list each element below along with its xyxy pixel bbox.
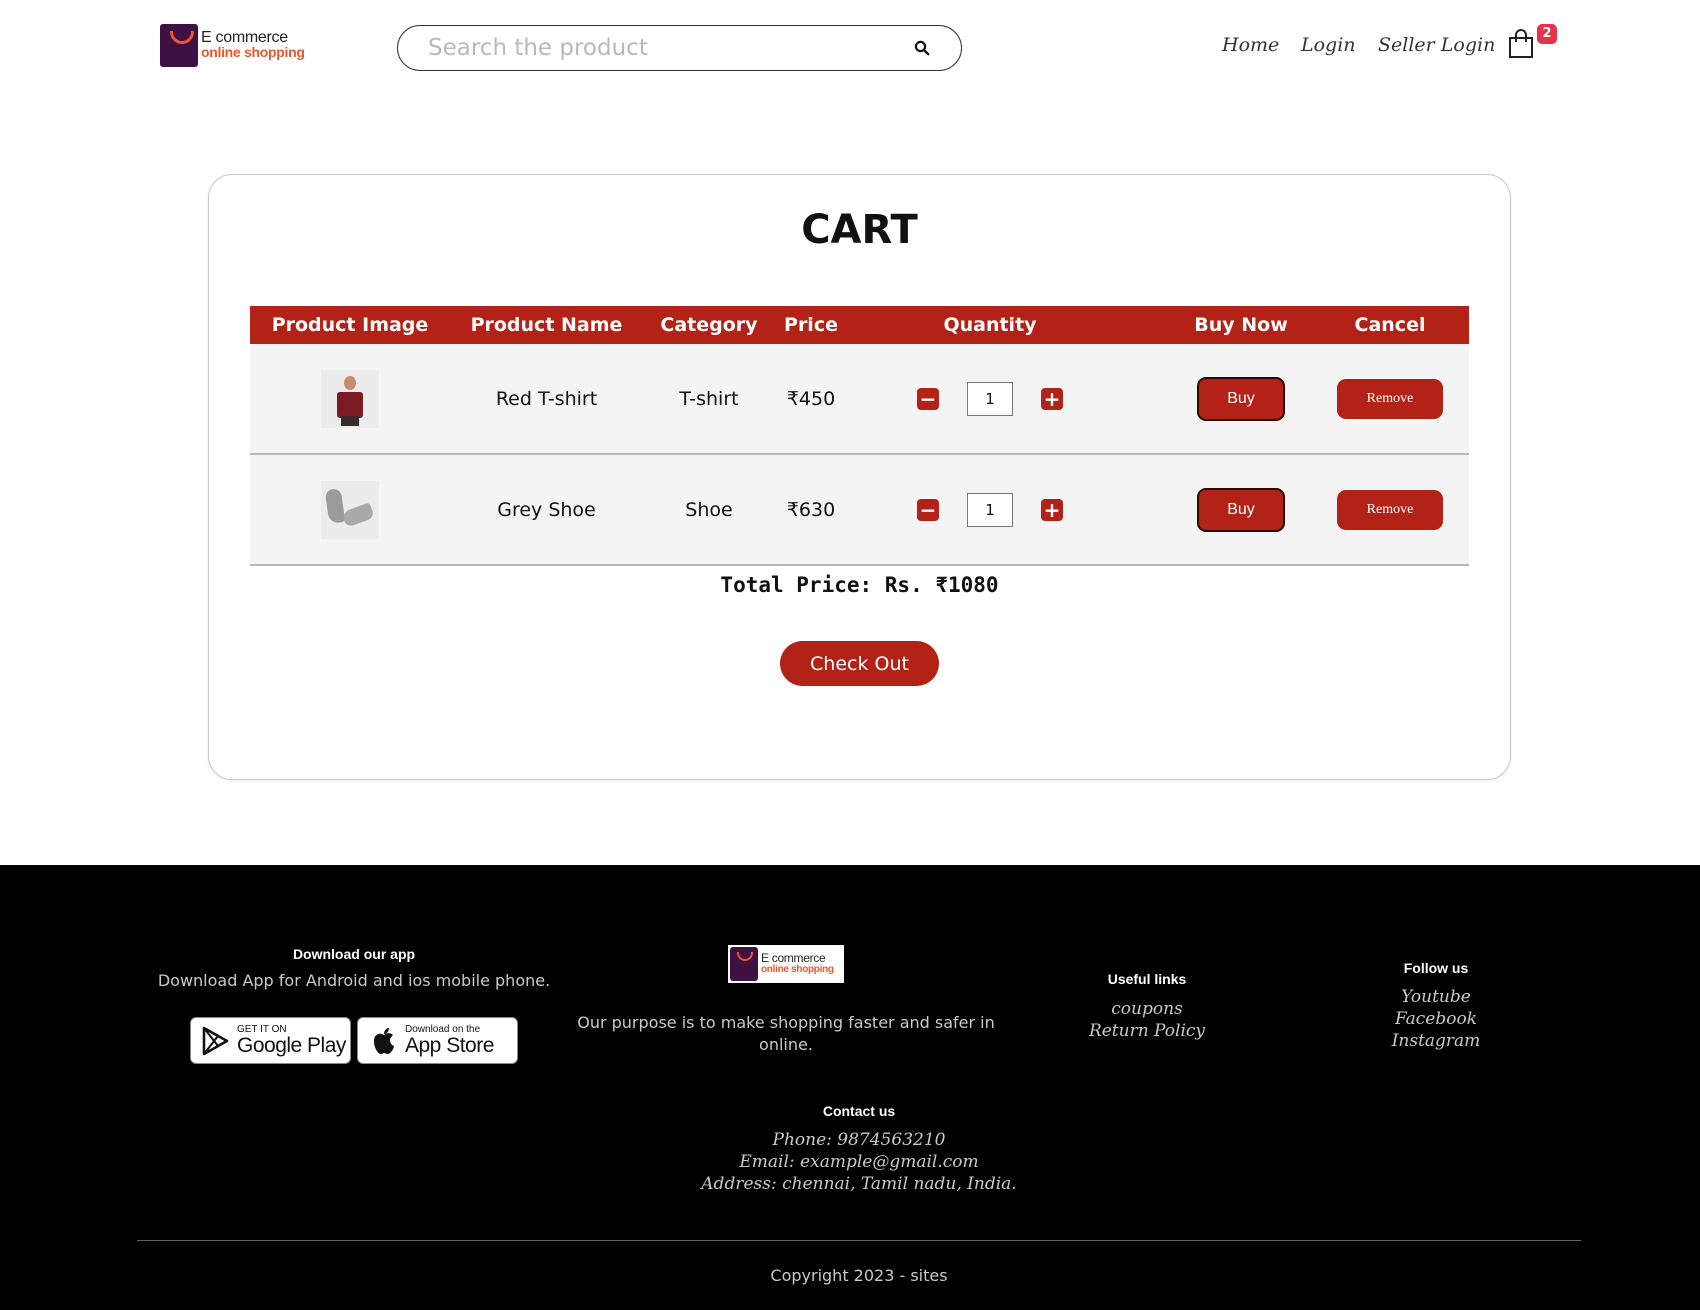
search-bar[interactable]: Search the product xyxy=(397,25,962,71)
cart-card: CART Product Image Product Name Category… xyxy=(208,174,1511,780)
search-input[interactable]: Search the product xyxy=(428,35,905,61)
download-app-text: Download App for Android and ios mobile … xyxy=(157,971,551,990)
cart-table-header: Product Image Product Name Category Pric… xyxy=(250,306,1469,344)
column-header-category: Category xyxy=(660,314,758,336)
footer-logo-line2: online shopping xyxy=(761,964,834,975)
useful-links-heading: Useful links xyxy=(1107,971,1187,987)
column-header-quantity: Quantity xyxy=(943,314,1037,336)
google-play-big-text: Google Play xyxy=(237,1034,346,1057)
red-tshirt-image xyxy=(321,369,379,428)
column-header-buy-now: Buy Now xyxy=(1194,314,1288,336)
shopping-bag-logo-icon xyxy=(160,23,198,67)
apple-icon xyxy=(374,1027,394,1054)
link-coupons[interactable]: coupons xyxy=(1047,998,1247,1020)
footer-logo[interactable]: E commerce online shopping xyxy=(728,945,844,983)
link-return-policy[interactable]: Return Policy xyxy=(1047,1020,1247,1042)
link-youtube[interactable]: Youtube xyxy=(1336,986,1536,1008)
nav-home-link[interactable]: Home xyxy=(1222,34,1279,56)
cart-table: Product Image Product Name Category Pric… xyxy=(250,306,1469,566)
footer-logo-line1: E commerce xyxy=(761,951,826,965)
quantity-stepper: − 1 + xyxy=(890,455,1090,564)
remove-button[interactable]: Remove xyxy=(1337,378,1443,419)
copyright-text: Copyright 2023 - sites xyxy=(770,1266,948,1285)
product-price: ₹630 xyxy=(786,498,836,521)
google-play-button[interactable]: GET IT ON Google Play xyxy=(190,1017,351,1064)
purpose-line1: Our purpose is to make shopping faster a… xyxy=(577,1013,995,1032)
contact-phone: Phone: 9874563210 xyxy=(772,1130,946,1150)
product-category: T-shirt xyxy=(679,387,739,410)
google-play-icon xyxy=(202,1026,229,1055)
remove-button[interactable]: Remove xyxy=(1337,489,1443,530)
app-store-big-text: App Store xyxy=(405,1034,494,1057)
column-header-product-image: Product Image xyxy=(271,314,429,336)
grey-shoe-image xyxy=(321,480,379,539)
shopping-bag-icon[interactable] xyxy=(1506,28,1536,60)
quantity-input[interactable]: 1 xyxy=(967,492,1013,527)
nav-login-link[interactable]: Login xyxy=(1301,34,1356,56)
column-header-product-name: Product Name xyxy=(470,314,623,336)
app-store-button[interactable]: Download on the App Store xyxy=(357,1017,518,1064)
footer xyxy=(0,865,1700,1310)
top-navbar: E commerce online shopping Search the pr… xyxy=(0,0,1700,100)
follow-us-heading: Follow us xyxy=(1403,960,1469,976)
column-header-cancel: Cancel xyxy=(1354,314,1426,336)
plus-square-icon[interactable]: + xyxy=(1041,387,1063,410)
quantity-stepper: − 1 + xyxy=(890,344,1090,453)
table-row: Grey Shoe Shoe ₹630 − 1 + Buy Remove xyxy=(250,455,1469,566)
purpose-line2: online. xyxy=(759,1035,813,1054)
quantity-input[interactable]: 1 xyxy=(967,381,1013,416)
link-facebook[interactable]: Facebook xyxy=(1336,1008,1536,1030)
nav-seller-login-link[interactable]: Seller Login xyxy=(1378,34,1495,56)
total-price: Total Price: Rs. ₹1080 xyxy=(720,573,999,597)
buy-button[interactable]: Buy xyxy=(1197,376,1285,421)
product-name: Red T-shirt xyxy=(495,387,598,410)
checkout-button[interactable]: Check Out xyxy=(780,641,939,686)
product-price: ₹450 xyxy=(786,387,836,410)
buy-button[interactable]: Buy xyxy=(1197,487,1285,532)
logo-line1: E commerce xyxy=(201,29,288,46)
download-app-heading: Download our app xyxy=(292,946,416,962)
contact-us-heading: Contact us xyxy=(822,1103,896,1119)
link-instagram[interactable]: Instagram xyxy=(1336,1030,1536,1052)
minus-square-icon[interactable]: − xyxy=(917,498,939,521)
minus-square-icon[interactable]: − xyxy=(917,387,939,410)
cart-count-badge: 2 xyxy=(1537,24,1557,44)
plus-square-icon[interactable]: + xyxy=(1041,498,1063,521)
site-logo[interactable]: E commerce online shopping xyxy=(160,23,310,67)
column-header-price: Price xyxy=(784,314,838,336)
search-icon[interactable] xyxy=(905,31,939,65)
contact-email: Email: example@gmail.com xyxy=(739,1152,979,1172)
product-name: Grey Shoe xyxy=(497,498,596,521)
contact-address: Address: chennai, Tamil nadu, India. xyxy=(701,1174,1017,1194)
table-row: Red T-shirt T-shirt ₹450 − 1 + Buy Remov… xyxy=(250,344,1469,455)
product-category: Shoe xyxy=(685,498,733,521)
shopping-bag-logo-icon xyxy=(730,947,758,981)
logo-line2: online shopping xyxy=(201,44,305,60)
cart-title: CART xyxy=(801,207,918,253)
footer-divider xyxy=(137,1240,1581,1241)
